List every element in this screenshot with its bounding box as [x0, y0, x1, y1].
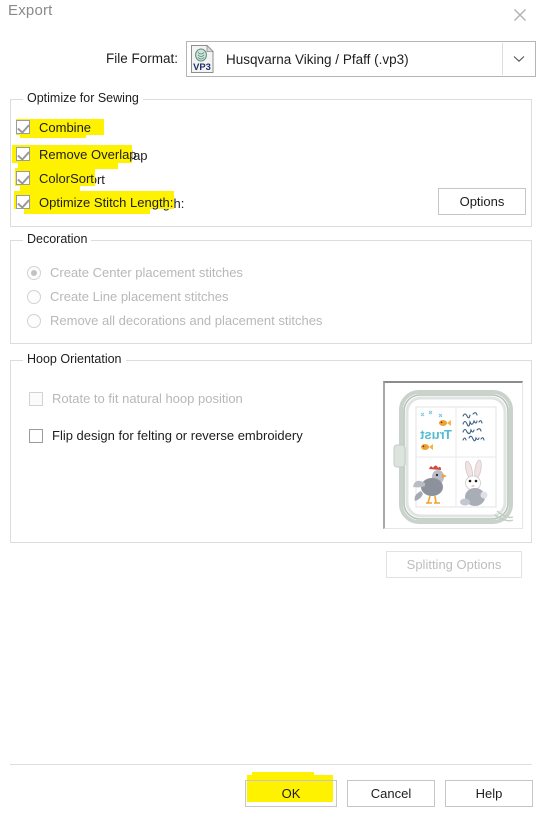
colorsort-label-overlay: ColorSort	[39, 170, 94, 186]
decoration-group: Decoration Create Center placement stitc…	[10, 232, 532, 344]
rotate-to-fit-checkbox	[29, 391, 43, 406]
create-center-placement-label: Create Center placement stitches	[50, 265, 243, 280]
ok-label-overlay: OK	[281, 786, 301, 801]
close-icon[interactable]	[508, 3, 532, 27]
remove-overlap-checkbox-overlay[interactable]	[16, 147, 30, 161]
help-button[interactable]: Help	[445, 780, 533, 807]
export-dialog: Export File Format: VP3 Husqvarna Viking…	[0, 0, 542, 813]
highlight-label-optimize-stitch: Optimize Stitch Length:	[16, 194, 173, 210]
radio-row-create-line-placement: Create Line placement stitches	[27, 289, 228, 304]
create-line-placement-radio	[27, 289, 41, 304]
flip-design-checkbox[interactable]	[29, 428, 43, 443]
remove-overlap-label-overlay: Remove Overlap	[39, 146, 137, 162]
decoration-group-title: Decoration	[23, 232, 92, 246]
vp3-file-icon: VP3	[190, 44, 217, 74]
splitting-options-button: Splitting Options	[386, 551, 522, 578]
footer-divider	[10, 764, 532, 765]
svg-text:VP3: VP3	[193, 61, 211, 72]
create-line-placement-label: Create Line placement stitches	[50, 289, 229, 304]
remove-all-decorations-radio	[27, 313, 41, 328]
svg-text:Trust: Trust	[419, 427, 451, 442]
cancel-button[interactable]: Cancel	[347, 780, 435, 807]
checkbox-row-rotate-to-fit: Rotate to fit natural hoop position	[29, 391, 243, 406]
file-format-select[interactable]: VP3 Husqvarna Viking / Pfaff (.vp3)	[186, 41, 536, 77]
file-format-value: Husqvarna Viking / Pfaff (.vp3)	[226, 51, 409, 67]
hoop-group-title: Hoop Orientation	[23, 352, 126, 366]
highlight-label-remove-overlap: Remove Overlap	[16, 146, 137, 162]
optimize-stitch-length-label-overlay: Optimize Stitch Length:	[39, 194, 174, 210]
hoop-design-preview: Trust	[383, 381, 523, 529]
rotate-to-fit-label: Rotate to fit natural hoop position	[52, 391, 243, 406]
chevron-down-icon[interactable]	[502, 43, 534, 75]
page-title: Export	[8, 2, 53, 19]
radio-row-create-center-placement: Create Center placement stitches	[27, 265, 243, 280]
highlight-stroke-ok-2	[252, 772, 314, 778]
combine-label-overlay: Combine	[39, 119, 92, 135]
file-format-label: File Format:	[106, 51, 179, 66]
ok-button-overlay[interactable]: OK	[245, 780, 337, 807]
create-center-placement-radio	[27, 265, 41, 280]
radio-row-remove-all-decorations: Remove all decorations and placement sti…	[27, 313, 322, 328]
flip-design-label: Flip design for felting or reverse embro…	[52, 428, 303, 443]
options-button[interactable]: Options	[438, 188, 526, 215]
optimize-group-title: Optimize for Sewing	[23, 91, 143, 105]
checkbox-row-flip-design[interactable]: Flip design for felting or reverse embro…	[29, 428, 303, 443]
title-bar: Export	[0, 0, 542, 30]
highlight-label-combine: Combine	[16, 119, 91, 135]
colorsort-checkbox-overlay[interactable]	[16, 171, 30, 185]
optimize-stitch-length-checkbox-overlay[interactable]	[16, 195, 30, 209]
highlight-label-colorsort: ColorSort	[16, 170, 94, 186]
remove-all-decorations-label: Remove all decorations and placement sti…	[50, 313, 323, 328]
combine-checkbox-overlay[interactable]	[16, 120, 30, 134]
